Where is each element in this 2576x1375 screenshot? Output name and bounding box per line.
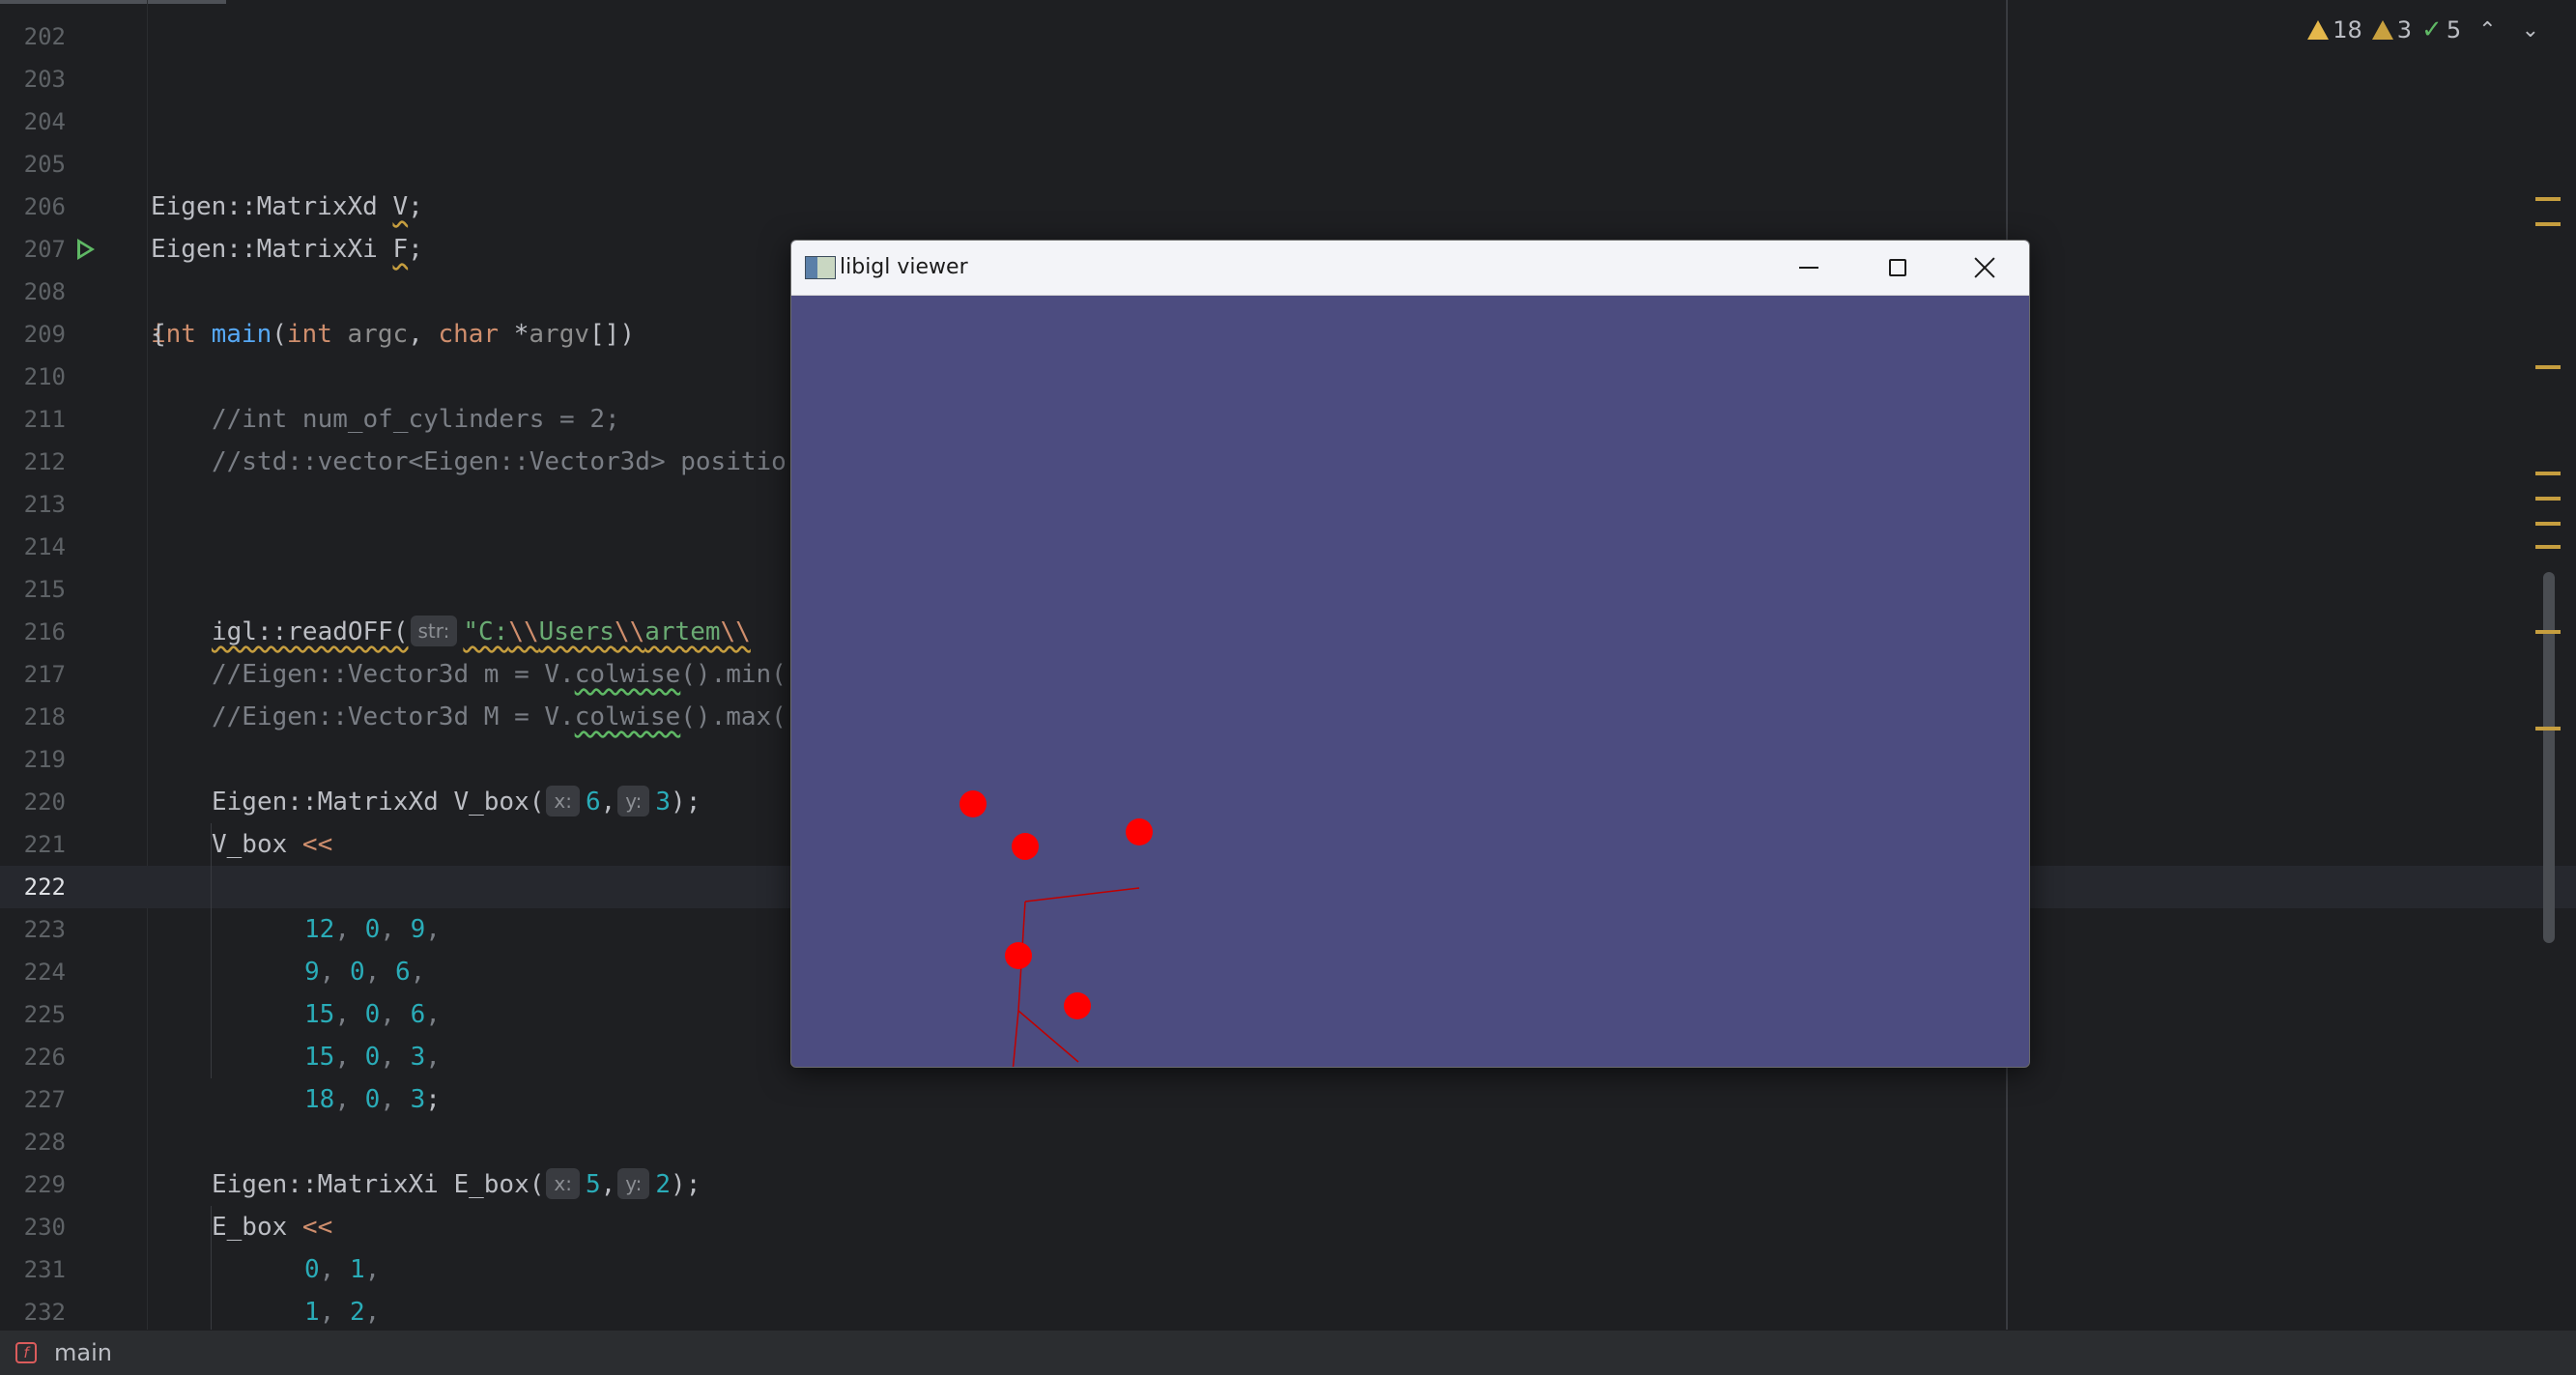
line-number: 229 xyxy=(23,1171,66,1198)
close-button[interactable] xyxy=(1940,241,2029,295)
function-icon: f xyxy=(15,1342,37,1363)
vertex-point xyxy=(1005,942,1032,969)
code-line[interactable]: 229 E_box << xyxy=(0,1163,2576,1242)
weak-warning-icon xyxy=(2371,20,2393,40)
line-number: 218 xyxy=(23,703,66,730)
warning-marker[interactable] xyxy=(2535,545,2561,549)
line-number: 208 xyxy=(23,278,66,305)
warning-marker[interactable] xyxy=(2535,727,2561,730)
indent-guide xyxy=(211,866,212,908)
minimize-button[interactable] xyxy=(1764,241,1853,295)
close-icon xyxy=(1973,256,1996,279)
warning-marker[interactable] xyxy=(2535,197,2561,201)
warning-marker[interactable] xyxy=(2535,522,2561,526)
run-gutter-icon[interactable] xyxy=(77,239,95,260)
window-title: libigl viewer xyxy=(840,255,968,279)
line-number: 217 xyxy=(23,661,66,688)
indent-guide xyxy=(211,1036,212,1078)
libigl-viewer-window[interactable]: libigl viewer xyxy=(790,240,2030,1068)
warnings-counter[interactable]: 18 xyxy=(2307,16,2362,43)
line-number: 203 xyxy=(23,66,66,93)
weak-warnings-counter[interactable]: 3 xyxy=(2371,16,2412,43)
line-number: 212 xyxy=(23,448,66,475)
indent-guide xyxy=(211,1248,212,1291)
line-number: 228 xyxy=(23,1129,66,1156)
line-number: 230 xyxy=(23,1214,66,1241)
indent-guide xyxy=(211,1206,212,1248)
warning-marker[interactable] xyxy=(2535,365,2561,369)
line-number: 223 xyxy=(23,916,66,943)
checkmark-icon: ✓ xyxy=(2421,15,2443,44)
maximize-icon xyxy=(1889,259,1906,276)
edge xyxy=(1017,1010,1079,1063)
breadcrumb-function[interactable]: main xyxy=(54,1331,112,1375)
vertex-point xyxy=(1126,818,1153,845)
previous-highlight-chevron-up-icon[interactable]: ⌃ xyxy=(2471,18,2504,43)
line-number: 206 xyxy=(23,193,66,220)
next-highlight-chevron-down-icon[interactable]: ⌄ xyxy=(2514,18,2547,43)
points xyxy=(959,790,1153,1019)
code-line[interactable]: 227 xyxy=(0,1078,2576,1121)
indent-guide xyxy=(211,993,212,1036)
line-number: 221 xyxy=(23,831,66,858)
vertical-scrollbar[interactable] xyxy=(2543,572,2555,943)
code-line[interactable]: 202 xyxy=(0,15,2576,58)
warning-icon xyxy=(2307,20,2330,40)
loading-progress-bar xyxy=(0,0,226,4)
code-line[interactable]: 204 xyxy=(0,100,2576,143)
code-line[interactable]: 228 Eigen::MatrixXi E_box(x: 5, y: 2); xyxy=(0,1121,2576,1199)
edge xyxy=(1012,1010,1019,1067)
vertex-point xyxy=(1064,992,1091,1019)
line-number: 214 xyxy=(23,533,66,560)
minimize-icon xyxy=(1799,267,1818,269)
indent-guide xyxy=(211,1291,212,1330)
warning-marker[interactable] xyxy=(2535,497,2561,501)
line-number: 231 xyxy=(23,1256,66,1283)
status-bar: f main xyxy=(0,1330,2576,1375)
line-number: 222 xyxy=(23,874,66,901)
line-number: 227 xyxy=(23,1086,66,1113)
indent-guide xyxy=(211,908,212,951)
typos-counter[interactable]: ✓ 5 xyxy=(2421,15,2461,44)
warning-marker[interactable] xyxy=(2535,630,2561,634)
line-number: 202 xyxy=(23,23,66,50)
line-number: 219 xyxy=(23,746,66,773)
line-number: 213 xyxy=(23,491,66,518)
line-number: 225 xyxy=(23,1001,66,1028)
line-number: 207 xyxy=(23,236,66,263)
edges xyxy=(1012,887,1140,1067)
code-line[interactable]: 230 0, 1, xyxy=(0,1206,2576,1284)
line-number: 205 xyxy=(23,151,66,178)
code-line[interactable]: 206 Eigen::MatrixXi F; xyxy=(0,186,2576,264)
maximize-button[interactable] xyxy=(1853,241,1942,295)
indent-guide xyxy=(211,823,212,866)
code-line[interactable]: 203 xyxy=(0,58,2576,100)
mesh-render xyxy=(959,790,1153,1067)
line-number: 211 xyxy=(23,406,66,433)
line-number: 224 xyxy=(23,959,66,986)
inspection-widget[interactable]: 18 3 ✓ 5 ⌃ ⌄ xyxy=(2307,14,2547,46)
code-line[interactable]: 231 1, 2, xyxy=(0,1248,2576,1327)
line-number: 204 xyxy=(23,108,66,135)
vertex-point xyxy=(1012,833,1039,860)
code-line[interactable]: 205 Eigen::MatrixXd V; xyxy=(0,143,2576,221)
warning-marker[interactable] xyxy=(2535,472,2561,475)
line-number: 216 xyxy=(23,618,66,645)
indent-guide xyxy=(211,951,212,993)
line-number: 210 xyxy=(23,363,66,390)
line-number: 209 xyxy=(23,321,66,348)
line-number: 220 xyxy=(23,788,66,816)
viewer-titlebar[interactable]: libigl viewer xyxy=(791,241,2029,296)
edge xyxy=(1024,887,1140,902)
line-number: 215 xyxy=(23,576,66,603)
app-window-icon xyxy=(805,256,836,279)
line-number: 226 xyxy=(23,1044,66,1071)
warning-marker[interactable] xyxy=(2535,222,2561,226)
line-number: 232 xyxy=(23,1299,66,1326)
vertex-point xyxy=(959,790,987,817)
code-line[interactable]: 232 1, 3, xyxy=(0,1291,2576,1330)
viewer-canvas[interactable] xyxy=(791,296,2029,1067)
